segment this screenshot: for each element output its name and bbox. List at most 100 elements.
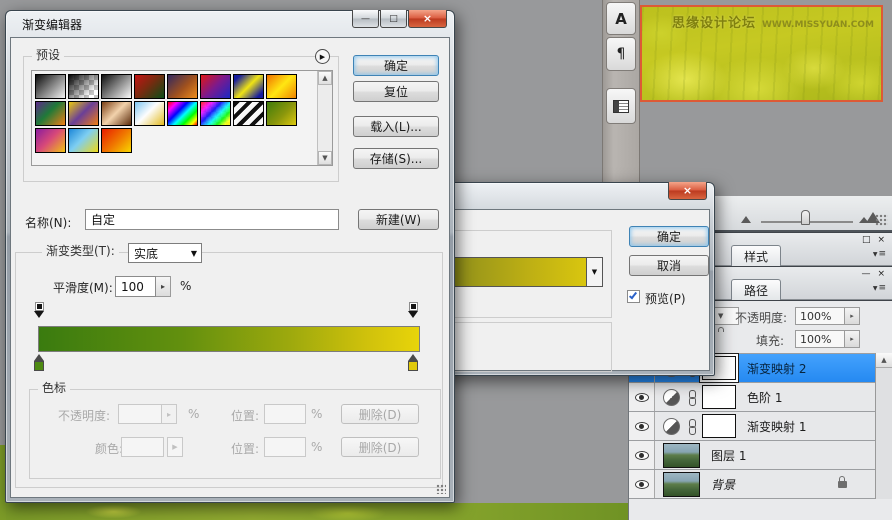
layer-thumbnail[interactable]: [663, 472, 700, 497]
gradient-type-dropdown[interactable]: 实底 ▼: [128, 243, 202, 263]
layer-mask-thumbnail[interactable]: [702, 385, 736, 409]
minimize-icon[interactable]: —: [352, 10, 379, 28]
opacity-stop-right[interactable]: [405, 302, 421, 318]
eye-icon: [635, 393, 649, 402]
gradient-preset[interactable]: [200, 101, 231, 126]
gradient-bar[interactable]: [38, 326, 420, 352]
presets-group: 预设 ▶: [23, 56, 339, 182]
gradient-preset[interactable]: [233, 74, 264, 99]
name-input[interactable]: 自定: [85, 209, 339, 230]
tab-paths[interactable]: 路径: [731, 279, 781, 301]
gradient-preset[interactable]: [101, 101, 132, 126]
scroll-up-icon[interactable]: ▲: [318, 71, 332, 85]
dialog-resize-grip[interactable]: [436, 484, 446, 494]
layer-row-layer-1[interactable]: 图层 1: [629, 441, 875, 470]
mask-link-icon: [687, 418, 697, 434]
cancel-button[interactable]: 取消: [629, 255, 709, 276]
scroll-down-icon[interactable]: ▼: [318, 151, 332, 165]
scroll-up-icon[interactable]: ▲: [876, 353, 892, 368]
load-button[interactable]: 载入(L)...: [353, 116, 439, 137]
smoothness-input[interactable]: 100: [115, 276, 156, 297]
gradient-map-preview[interactable]: [452, 257, 586, 287]
layer-row-background[interactable]: 背景: [629, 470, 875, 499]
opacity-stop-left[interactable]: [31, 302, 47, 318]
eye-icon: [635, 480, 649, 489]
panel-collapse-icon[interactable]: □: [862, 235, 871, 245]
smoothness-spinner[interactable]: ▸: [156, 276, 171, 297]
gradient-preset[interactable]: [35, 101, 66, 126]
gradient-preset[interactable]: [68, 128, 99, 153]
stop-location-input: [264, 404, 306, 424]
gradient-preset[interactable]: [68, 101, 99, 126]
fill-value[interactable]: 100%: [795, 330, 845, 348]
layer-name[interactable]: 图层 1: [711, 447, 746, 464]
gradient-preset[interactable]: [233, 101, 264, 126]
photoshop-workspace: A ¶ 思缘设计论坛 WWW.MISSYUAN.COM □ ×: [0, 0, 892, 520]
opacity-label: 不透明度:: [735, 309, 787, 326]
gradient-preset[interactable]: [134, 74, 165, 99]
gradient-preset[interactable]: [101, 128, 132, 153]
layer-row-levels-1[interactable]: 色阶 1: [629, 383, 875, 412]
tab-styles[interactable]: 样式: [731, 245, 781, 267]
ok-button[interactable]: 确定: [353, 55, 439, 76]
layer-name[interactable]: 背景: [711, 476, 735, 493]
panel-resize-grip[interactable]: [875, 214, 888, 226]
color-stop-right[interactable]: [405, 354, 421, 371]
gradient-preset[interactable]: [68, 74, 99, 99]
zoom-slider-thumb[interactable]: [801, 210, 810, 225]
layer-mask-thumbnail[interactable]: [702, 414, 736, 438]
gradient-preset[interactable]: [134, 101, 165, 126]
gradient-map-client: ▼ 确定 取消 预览(P): [413, 209, 710, 371]
character-panel-button[interactable]: A: [606, 2, 636, 35]
gradient-preset[interactable]: [200, 74, 231, 99]
gradient-preset[interactable]: [167, 101, 198, 126]
gradient-preset[interactable]: [266, 74, 297, 99]
maximize-icon[interactable]: □: [380, 10, 407, 28]
paragraph-panel-button[interactable]: ¶: [606, 37, 636, 71]
layer-name[interactable]: 渐变映射 1: [747, 418, 806, 435]
document-icon: [613, 100, 629, 113]
close-icon[interactable]: ×: [668, 182, 707, 200]
close-icon[interactable]: ×: [408, 10, 447, 28]
panel-minimize-icon[interactable]: —: [861, 269, 870, 279]
gradient-preset[interactable]: [35, 74, 66, 99]
stops-group: 色标 不透明度: ▸ % 位置: % 删除(D) 颜色: ▶ 位置: % 删除(…: [29, 389, 441, 479]
color-stop-left[interactable]: [31, 354, 47, 371]
visibility-cell[interactable]: [629, 412, 655, 440]
preview-checkbox[interactable]: [627, 290, 640, 303]
new-button[interactable]: 新建(W): [358, 209, 439, 230]
layer-name[interactable]: 渐变映射 2: [747, 360, 806, 377]
document-canvas[interactable]: 思缘设计论坛 WWW.MISSYUAN.COM: [640, 5, 883, 102]
gradient-preset[interactable]: [101, 74, 132, 99]
gradient-dropdown-arrow[interactable]: ▼: [586, 257, 603, 287]
zoom-out-mountain-icon[interactable]: [741, 216, 751, 223]
panel-close-icon[interactable]: ×: [877, 235, 885, 245]
gradient-picker: ▼: [452, 257, 603, 287]
gradient-preset[interactable]: [167, 74, 198, 99]
styles-panel-menu-icon[interactable]: ▼ ≡: [873, 249, 886, 259]
save-button[interactable]: 存储(S)...: [353, 148, 439, 169]
layers-scrollbar[interactable]: ▲: [875, 353, 892, 499]
gradient-preset[interactable]: [35, 128, 66, 153]
presets-scrollbar[interactable]: ▲ ▼: [317, 71, 332, 165]
panel-close-icon[interactable]: ×: [877, 269, 885, 279]
delete-color-stop-button: 删除(D): [341, 437, 419, 457]
layer-comps-panel-button[interactable]: [606, 88, 636, 124]
layer-name[interactable]: 色阶 1: [747, 389, 782, 406]
visibility-cell[interactable]: [629, 470, 655, 498]
visibility-cell[interactable]: [629, 383, 655, 411]
layer-row-gradient-map-1[interactable]: 渐变映射 1: [629, 412, 875, 441]
stops-label: 色标: [38, 381, 70, 396]
ok-button[interactable]: 确定: [629, 226, 709, 247]
smoothness-label: 平滑度(M):: [53, 279, 113, 296]
fill-spinner[interactable]: ▸: [845, 330, 860, 348]
opacity-spinner[interactable]: ▸: [845, 307, 860, 325]
layer-thumbnail[interactable]: [663, 443, 700, 468]
presets-menu-icon[interactable]: ▶: [315, 49, 330, 64]
reset-button[interactable]: 复位: [353, 81, 439, 102]
paths-panel-menu-icon[interactable]: ▼ ≡: [873, 283, 886, 293]
watermark-url: WWW.MISSYUAN.COM: [762, 20, 874, 30]
opacity-value[interactable]: 100%: [795, 307, 845, 325]
visibility-cell[interactable]: [629, 441, 655, 469]
gradient-preset[interactable]: [266, 101, 297, 126]
